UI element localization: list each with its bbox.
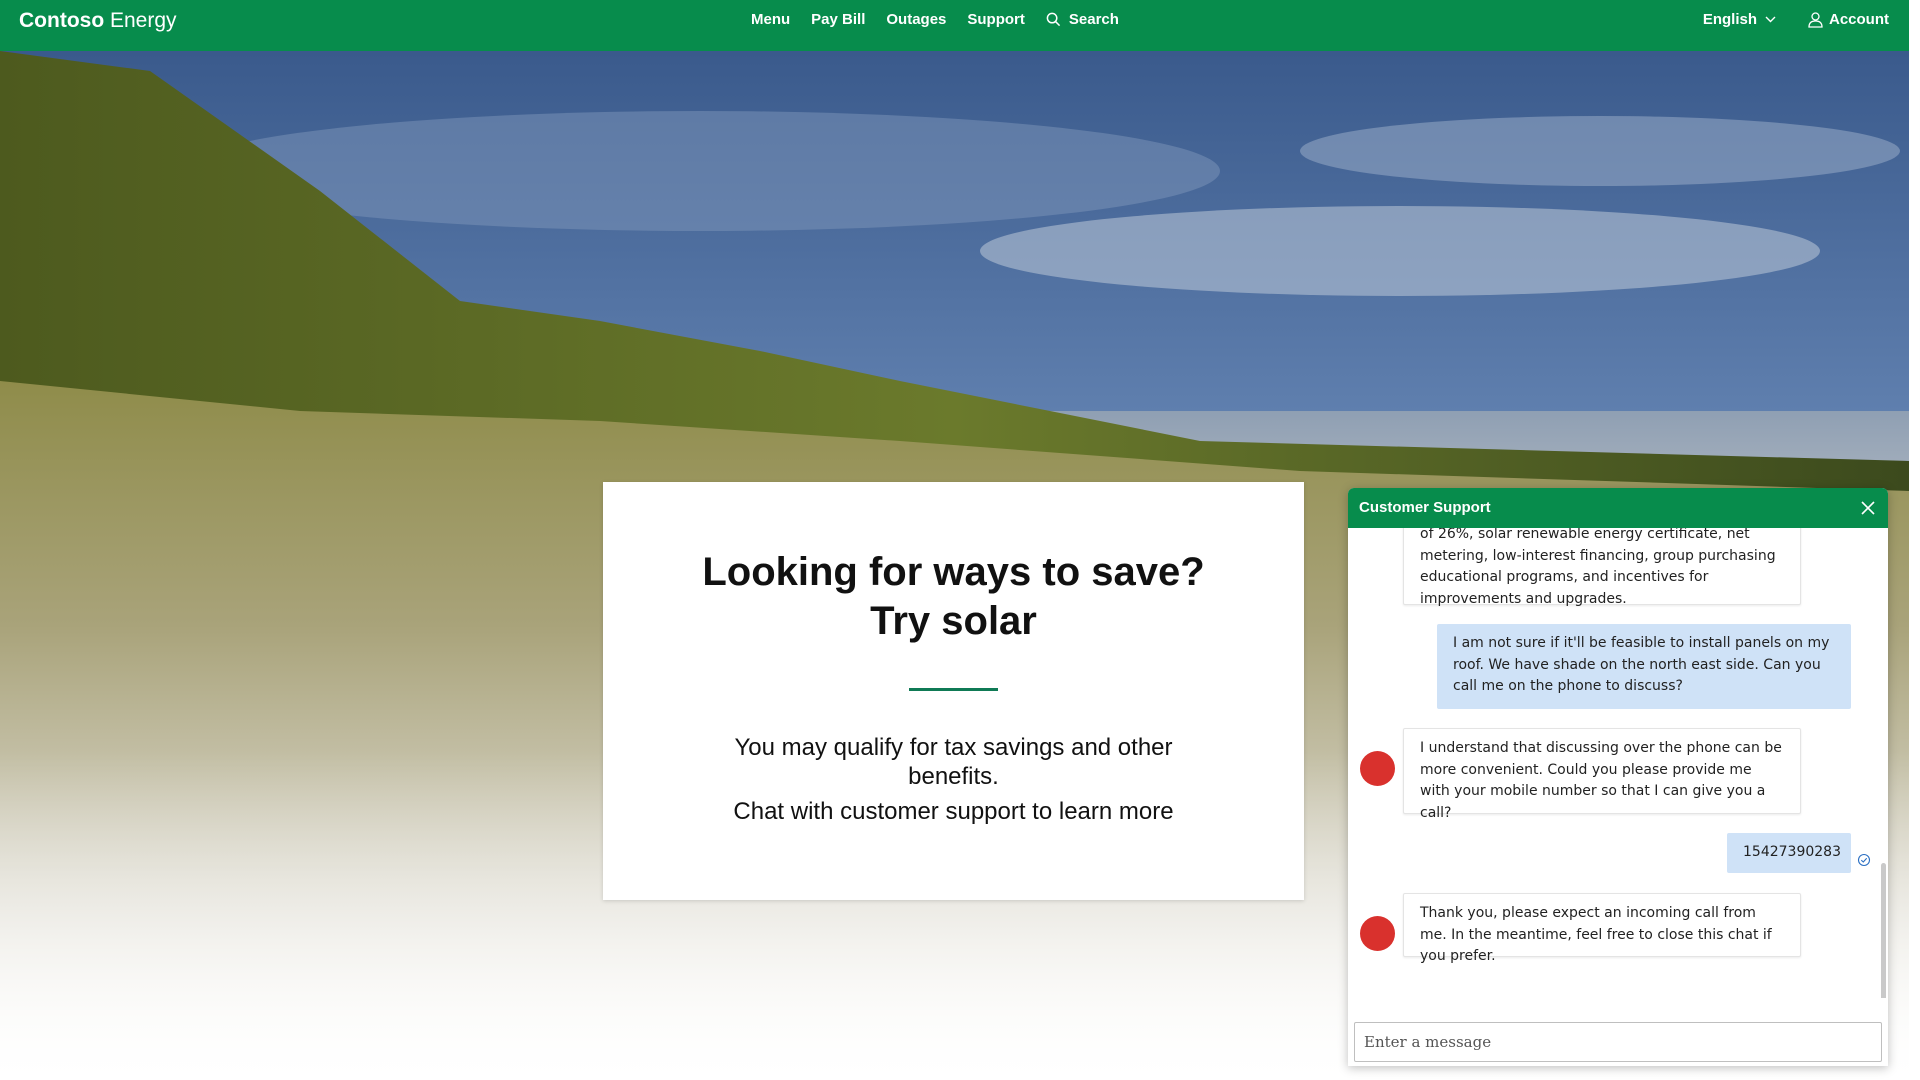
brand-logo[interactable]: Contoso Energy [19,9,177,33]
promo-divider [909,688,998,691]
chat-widget: Customer Support of 26%, solar renewable… [1348,488,1888,1066]
promo-title: Looking for ways to save? Try solar [603,548,1304,646]
language-label: English [1702,11,1757,28]
account-link[interactable]: Account [1808,11,1889,28]
chat-title: Customer Support [1359,499,1491,516]
promo-text: You may qualify for tax savings and othe… [734,734,1173,790]
nav-outages[interactable]: Outages [886,11,946,28]
main-nav: Menu Pay Bill Outages Support Search [751,11,1140,28]
user-message: 15427390283 [1727,833,1851,873]
bot-message: I understand that discussing over the ph… [1403,728,1801,821]
promo-title-line2: Try solar [870,599,1037,643]
agent-avatar [1360,916,1395,951]
utility-nav: English Account [1703,11,1889,28]
chat-message-input[interactable] [1354,1022,1882,1062]
page-edge [1909,0,1920,1080]
nav-search-label: Search [1068,11,1119,28]
close-icon[interactable] [1860,500,1876,516]
user-icon [1808,11,1823,28]
brand-name-light: Energy [110,9,177,32]
nav-search[interactable]: Search [1046,11,1119,28]
top-navigation-bar: Contoso Energy Menu Pay Bill Outages Sup… [0,0,1909,51]
language-selector[interactable]: English [1703,11,1776,28]
check-circle-icon [1857,853,1871,867]
nav-support[interactable]: Support [967,11,1025,28]
promo-title-line1: Looking for ways to save? [702,550,1205,594]
chevron-down-icon [1765,16,1776,23]
nav-menu[interactable]: Menu [751,11,790,28]
promo-cta-text: Chat with customer support to learn more [733,798,1174,825]
user-message: I am not sure if it'll be feasible to in… [1437,624,1851,709]
account-label: Account [1829,11,1889,28]
brand-name-bold: Contoso [19,9,105,32]
promo-card: Looking for ways to save? Try solar You … [603,482,1304,900]
chat-scrollbar[interactable] [1881,863,1886,998]
chat-header: Customer Support [1348,488,1888,528]
agent-avatar [1360,751,1395,786]
nav-pay-bill[interactable]: Pay Bill [811,11,865,28]
bot-message: Thank you, please expect an incoming cal… [1403,893,1801,964]
chat-message-list[interactable]: of 26%, solar renewable energy certifica… [1348,528,1888,998]
bot-message: of 26%, solar renewable energy certifica… [1403,528,1801,607]
search-icon [1046,12,1061,27]
